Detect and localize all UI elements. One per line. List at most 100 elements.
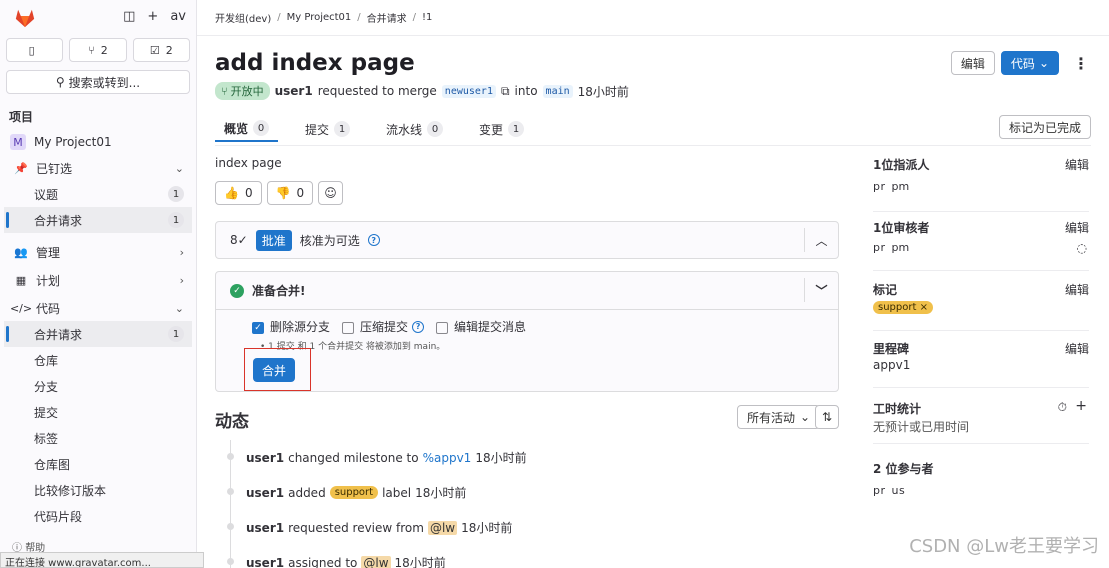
- thumbs-down-button[interactable]: 👎 0: [266, 181, 314, 205]
- more-actions-icon[interactable]: ⋮: [1071, 54, 1091, 73]
- smiley-icon: ☺: [324, 186, 337, 200]
- list-item: user1 requested review from @lw 18小时前: [225, 510, 805, 545]
- plus-icon[interactable]: +: [147, 9, 158, 24]
- sidebar-section-title: 项目: [9, 110, 34, 124]
- sidebar-item-tags[interactable]: 标签: [0, 425, 196, 451]
- plus-icon[interactable]: +: [1075, 398, 1087, 414]
- chevron-right-icon: ›: [179, 273, 184, 287]
- thumbs-up-button[interactable]: 👍 0: [215, 181, 262, 205]
- issue-icon: ▯: [28, 43, 35, 57]
- source-branch[interactable]: newuser1: [441, 84, 496, 98]
- sidebar-item-manage[interactable]: 👥 管理 ›: [0, 239, 196, 265]
- chevron-down-icon: ⌄: [800, 410, 811, 424]
- tab-changes[interactable]: 变更 1: [470, 116, 533, 142]
- breadcrumb-group[interactable]: 开发组(dev): [215, 10, 271, 25]
- search-button[interactable]: ⚲ 搜索或转到...: [6, 70, 190, 94]
- merge-panel: ✓ 准备合并! ﹀ ✓ 删除源分支 压缩提交 ? 编辑提交消息 • 1 提交 和 …: [215, 271, 839, 392]
- chevron-down-icon[interactable]: ﹀: [804, 278, 838, 302]
- mr-meta: ⑂ 开放中 user1 requested to merge newuser1 …: [215, 82, 629, 100]
- pin-icon: 📌: [14, 161, 28, 175]
- sidebar-item-compare-revisions[interactable]: 比较修订版本: [0, 477, 196, 503]
- sidebar-item-issues[interactable]: 议题 1: [0, 181, 196, 207]
- tab-overview[interactable]: 概览 0: [215, 116, 279, 142]
- thumbs-up-icon: 👍: [224, 186, 239, 200]
- chevron-up-icon[interactable]: ︿: [804, 228, 838, 252]
- add-reaction-button[interactable]: ☺: [318, 181, 343, 205]
- sort-icon[interactable]: ⇅: [815, 405, 839, 429]
- watermark: CSDN @Lw老王要学习: [909, 536, 1099, 557]
- user-avatar[interactable]: av: [170, 9, 186, 24]
- stopwatch-icon[interactable]: ⏱: [1058, 400, 1067, 415]
- todos-counter[interactable]: ☑ 2: [132, 38, 190, 62]
- squash-commits-checkbox[interactable]: 压缩提交: [342, 318, 408, 335]
- author-name[interactable]: user1: [275, 84, 313, 98]
- code-dropdown-button[interactable]: 代码 ⌄: [1000, 51, 1059, 75]
- activity-filter-dropdown[interactable]: 所有活动 ⌄: [737, 405, 821, 429]
- avatar: pr: [873, 241, 886, 254]
- checkbox-checked-icon: ✓: [252, 321, 264, 334]
- chevron-down-icon: ⌄: [174, 301, 184, 315]
- activity-timeline: user1 changed milestone to %appv1 18小时前 …: [225, 440, 805, 568]
- help-icon[interactable]: ?: [412, 320, 425, 333]
- milestone-edit-link[interactable]: 编辑: [1065, 340, 1089, 357]
- calendar-icon: ▦: [15, 273, 27, 287]
- sidebar-item-branches[interactable]: 分支: [0, 373, 196, 399]
- merge-requests-counter[interactable]: ⑂ 2: [69, 38, 127, 62]
- sidebar-item-snippets[interactable]: 代码片段: [0, 503, 196, 529]
- tab-pipelines[interactable]: 流水线 0: [377, 116, 452, 142]
- sidebar-toggle-icon[interactable]: ◫: [123, 9, 135, 24]
- breadcrumb-mr-id[interactable]: !1: [422, 12, 432, 23]
- assignee-edit-link[interactable]: 编辑: [1065, 156, 1089, 173]
- list-item: user1 added support label 18小时前: [225, 475, 805, 510]
- search-icon: ⚲: [55, 75, 65, 89]
- milestone-block: 里程碑 编辑 appv1: [873, 340, 1089, 388]
- labels-edit-link[interactable]: 编辑: [1065, 281, 1089, 298]
- gitlab-logo-icon[interactable]: [14, 7, 36, 29]
- list-item: user1 changed milestone to %appv1 18小时前: [225, 440, 805, 475]
- breadcrumb: 开发组(dev) / My Project01 / 合并请求 / !1: [197, 0, 1109, 36]
- issues-counter[interactable]: ▯: [6, 38, 64, 62]
- merge-request-icon: ⑂: [88, 43, 95, 57]
- sidebar-item-pinned-merge-requests[interactable]: 合并请求 1: [4, 207, 192, 233]
- label-chip[interactable]: support ×: [873, 301, 933, 314]
- delete-source-branch-checkbox[interactable]: ✓ 删除源分支: [252, 318, 330, 335]
- chevron-down-icon: ⌄: [174, 161, 184, 175]
- users-icon: 👥: [14, 245, 28, 259]
- edit-button[interactable]: 编辑: [950, 51, 995, 75]
- approve-button[interactable]: 批准: [255, 229, 292, 251]
- sidebar-item-repository-graph[interactable]: 仓库图: [0, 451, 196, 477]
- sidebar-item-commits[interactable]: 提交: [0, 399, 196, 425]
- assignee-block: 1位指派人 编辑 pr pm: [873, 156, 1089, 212]
- help-icon[interactable]: ?: [367, 234, 380, 246]
- merge-request-icon: ⑂: [221, 84, 228, 98]
- todo-icon: ☑: [149, 43, 160, 57]
- page-title: add index page: [215, 50, 415, 76]
- mark-done-button[interactable]: 标记为已完成: [998, 115, 1091, 139]
- merge-button[interactable]: 合并: [253, 358, 295, 382]
- sidebar-item-code-merge-requests[interactable]: 合并请求 1: [4, 321, 192, 347]
- approval-panel: 8✓ 批准 核准为可选 ? ︿: [215, 221, 839, 259]
- mr-tabs: 概览 0 提交 1 流水线 0 变更 1: [215, 116, 533, 144]
- tab-commits[interactable]: 提交 1: [296, 116, 359, 142]
- approval-icon: 8✓: [230, 233, 248, 247]
- mr-time: 18小时前: [577, 84, 629, 99]
- thumbs-down-icon: 👎: [275, 186, 291, 200]
- breadcrumb-merge-requests[interactable]: 合并请求: [367, 10, 407, 25]
- check-circle-icon: ✓: [230, 283, 244, 298]
- copy-icon[interactable]: ⧉: [501, 84, 510, 99]
- browser-status-bar: 正在连接 www.gravatar.com...: [0, 552, 204, 568]
- reviewer-edit-link[interactable]: 编辑: [1065, 219, 1089, 236]
- target-branch[interactable]: main: [542, 84, 573, 98]
- label-chip[interactable]: support: [329, 486, 379, 499]
- edit-commit-message-checkbox[interactable]: 编辑提交消息: [436, 318, 526, 335]
- sidebar: ◫ + av ▯ ⑂ 2 ☑ 2 ⚲ 搜索或转到... 项目 M My Proj…: [0, 0, 204, 568]
- participants-block: 2 位参与者 pr us: [873, 462, 934, 497]
- avatar[interactable]: us: [892, 484, 906, 497]
- breadcrumb-project[interactable]: My Project01: [287, 12, 352, 23]
- sidebar-item-repository[interactable]: 仓库: [0, 347, 196, 373]
- sidebar-item-pinned[interactable]: 📌 已钉选 ⌄: [0, 155, 196, 181]
- sidebar-project[interactable]: M My Project01: [0, 129, 196, 155]
- sidebar-item-plan[interactable]: ▦ 计划 ›: [0, 267, 196, 293]
- sidebar-item-code[interactable]: </> 代码 ⌄: [0, 295, 196, 321]
- avatar[interactable]: pr: [873, 484, 886, 497]
